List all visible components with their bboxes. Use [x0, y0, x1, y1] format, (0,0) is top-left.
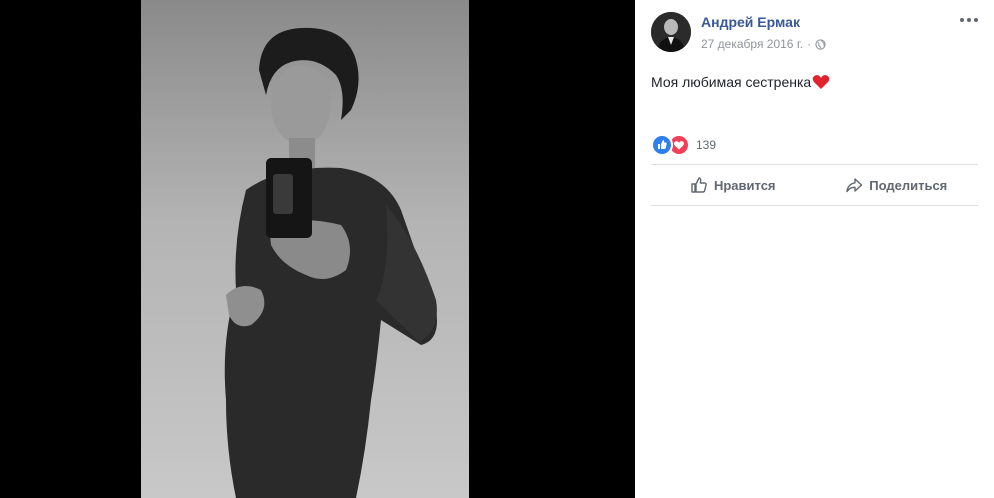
avatar[interactable] — [651, 12, 691, 52]
share-button[interactable]: Поделиться — [815, 176, 979, 194]
globe-icon[interactable] — [815, 38, 826, 50]
meta-separator: · — [807, 37, 812, 51]
post-actions: Нравится Поделиться — [651, 166, 978, 204]
post-photo[interactable] — [141, 0, 469, 498]
post-date[interactable]: 27 декабря 2016 г. — [701, 37, 803, 51]
post-text: Моя любимая сестренка — [651, 74, 830, 90]
photo-viewer — [0, 0, 635, 498]
share-icon — [846, 178, 863, 193]
heart-emoji-icon — [812, 75, 830, 89]
reaction-count: 139 — [696, 138, 717, 152]
more-options-icon[interactable] — [960, 14, 978, 26]
like-button-label: Нравится — [713, 177, 776, 193]
author-name[interactable]: Андрей Ермак — [701, 14, 800, 30]
reactions-summary[interactable]: 139 — [651, 134, 717, 156]
post-text-content: Моя любимая сестренка — [651, 74, 812, 90]
avatar-image — [651, 12, 691, 52]
like-reaction-icon — [651, 134, 673, 156]
like-button[interactable]: Нравится — [651, 176, 815, 194]
share-button-label: Поделиться — [869, 177, 948, 193]
photo-illustration — [224, 27, 437, 498]
post-side-panel: Андрей Ермак 27 декабря 2016 г. · Моя лю… — [635, 0, 994, 498]
divider-bottom — [651, 205, 978, 206]
divider-top — [651, 164, 978, 165]
post-meta: 27 декабря 2016 г. · — [701, 37, 826, 51]
like-icon — [691, 177, 707, 193]
